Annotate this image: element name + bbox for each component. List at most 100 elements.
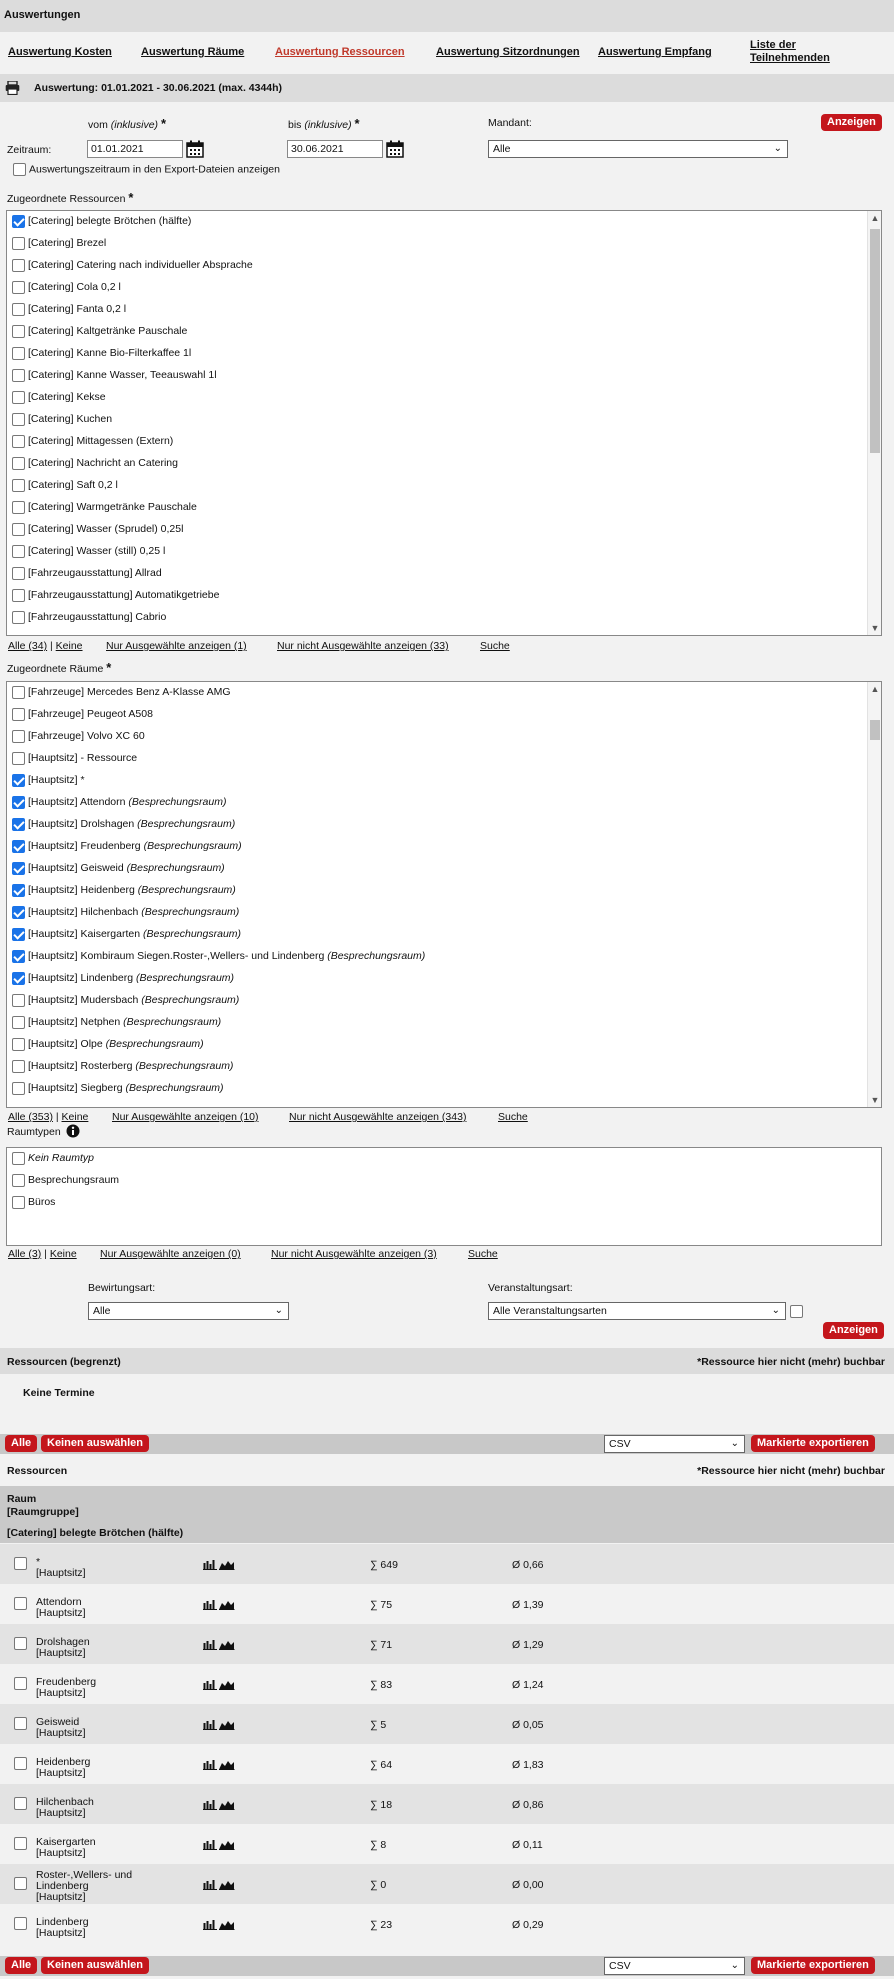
room-checkbox[interactable] bbox=[12, 795, 25, 809]
calendar-icon[interactable] bbox=[386, 140, 404, 158]
select-none-button[interactable]: Keinen auswählen bbox=[41, 1435, 149, 1452]
resource-option[interactable]: [Catering] Catering nach individueller A… bbox=[12, 255, 253, 275]
tenant-select[interactable]: Alle ⌄ bbox=[488, 140, 788, 158]
room-option[interactable]: [Fahrzeuge] Mercedes Benz A-Klasse AMG bbox=[12, 682, 231, 702]
chart-icon[interactable] bbox=[202, 1919, 235, 1933]
export-period-checkbox[interactable] bbox=[13, 163, 26, 176]
export-period-option[interactable]: Auswertungszeitraum in den Export-Dateie… bbox=[13, 163, 280, 176]
resource-checkbox[interactable] bbox=[12, 324, 25, 338]
rooms-filter-all[interactable]: Alle (353) bbox=[8, 1111, 53, 1123]
scrollbar-thumb[interactable] bbox=[870, 229, 880, 453]
tab-reception[interactable]: Auswertung Empfang bbox=[598, 46, 712, 58]
chart-icon[interactable] bbox=[202, 1839, 235, 1853]
tab-rooms[interactable]: Auswertung Räume bbox=[141, 46, 244, 58]
row-checkbox[interactable] bbox=[14, 1677, 27, 1690]
room-option[interactable]: [Hauptsitz] Rosterberg (Besprechungsraum… bbox=[12, 1056, 233, 1076]
resource-option[interactable]: [Catering] Cola 0,2 l bbox=[12, 277, 121, 297]
row-checkbox[interactable] bbox=[14, 1837, 27, 1850]
resource-checkbox[interactable] bbox=[12, 236, 25, 250]
resource-option[interactable]: [Catering] Nachricht an Catering bbox=[12, 453, 178, 473]
resource-option[interactable]: [Catering] Saft 0,2 l bbox=[12, 475, 118, 495]
info-icon[interactable] bbox=[66, 1124, 80, 1138]
resource-option[interactable]: [Fahrzeugausstattung] Automatikgetriebe bbox=[12, 585, 219, 605]
room-checkbox[interactable] bbox=[12, 993, 25, 1007]
resource-option[interactable]: [Catering] Brezel bbox=[12, 233, 106, 253]
chart-icon[interactable] bbox=[202, 1799, 235, 1813]
roomtype-checkbox[interactable] bbox=[12, 1195, 25, 1209]
resource-checkbox[interactable] bbox=[12, 434, 25, 448]
rooms-filter-unselected[interactable]: Nur nicht Ausgewählte anzeigen (343) bbox=[289, 1111, 466, 1123]
row-checkbox[interactable] bbox=[14, 1917, 27, 1930]
resource-option[interactable]: [Fahrzeugausstattung] Allrad bbox=[12, 563, 162, 583]
room-option[interactable]: [Hauptsitz] Kaisergarten (Besprechungsra… bbox=[12, 924, 241, 944]
row-checkbox[interactable] bbox=[14, 1597, 27, 1610]
row-checkbox[interactable] bbox=[14, 1557, 27, 1570]
roomtype-checkbox[interactable] bbox=[12, 1151, 25, 1165]
roomtypes-listbox[interactable]: Kein Raumtyp Besprechungsraum Büros bbox=[6, 1147, 882, 1246]
resource-checkbox[interactable] bbox=[12, 500, 25, 514]
resource-checkbox[interactable] bbox=[12, 610, 25, 624]
resource-checkbox[interactable] bbox=[12, 390, 25, 404]
room-checkbox[interactable] bbox=[12, 729, 25, 743]
room-option[interactable]: [Hauptsitz] Hilchenbach (Besprechungsrau… bbox=[12, 902, 239, 922]
export-selected-button-bottom[interactable]: Markierte exportieren bbox=[751, 1957, 875, 1974]
room-checkbox[interactable] bbox=[12, 1015, 25, 1029]
eventtype-checkbox[interactable] bbox=[790, 1305, 803, 1318]
resource-option[interactable]: [Catering] Kanne Bio-Filterkaffee 1l bbox=[12, 343, 191, 363]
room-checkbox[interactable] bbox=[12, 707, 25, 721]
room-option[interactable]: [Hauptsitz] Lindenberg (Besprechungsraum… bbox=[12, 968, 234, 988]
resource-option[interactable]: [Catering] Wasser (still) 0,25 l bbox=[12, 541, 165, 561]
resource-checkbox[interactable] bbox=[12, 302, 25, 316]
row-checkbox[interactable] bbox=[14, 1757, 27, 1770]
resource-checkbox[interactable] bbox=[12, 368, 25, 382]
chart-icon[interactable] bbox=[202, 1879, 235, 1893]
eventtype-select[interactable]: Alle Veranstaltungsarten ⌄ bbox=[488, 1302, 786, 1320]
room-option[interactable]: [Hauptsitz] Freudenberg (Besprechungsrau… bbox=[12, 836, 242, 856]
rooms-filter-selected[interactable]: Nur Ausgewählte anzeigen (10) bbox=[112, 1111, 259, 1123]
rooms-listbox[interactable]: [Fahrzeuge] Mercedes Benz A-Klasse AMG [F… bbox=[6, 681, 882, 1108]
rooms-filter-none[interactable]: Keine bbox=[62, 1111, 89, 1123]
row-checkbox[interactable] bbox=[14, 1717, 27, 1730]
room-checkbox[interactable] bbox=[12, 839, 25, 853]
resource-option[interactable]: [Catering] Kanne Wasser, Teeauswahl 1l bbox=[12, 365, 217, 385]
resources-filter-none[interactable]: Keine bbox=[56, 640, 83, 652]
resource-checkbox[interactable] bbox=[12, 280, 25, 294]
print-icon[interactable] bbox=[5, 81, 20, 95]
roomtypes-filter-none[interactable]: Keine bbox=[50, 1248, 77, 1260]
room-checkbox[interactable] bbox=[12, 883, 25, 897]
scroll-down-icon[interactable]: ▼ bbox=[868, 623, 881, 633]
roomtypes-filter-selected[interactable]: Nur Ausgewählte anzeigen (0) bbox=[100, 1248, 241, 1260]
scrollbar-thumb[interactable] bbox=[870, 720, 880, 740]
export-format-select[interactable]: CSV ⌄ bbox=[604, 1435, 745, 1453]
room-checkbox[interactable] bbox=[12, 773, 25, 787]
room-option[interactable]: [Hauptsitz] Drolshagen (Besprechungsraum… bbox=[12, 814, 235, 834]
resource-checkbox[interactable] bbox=[12, 588, 25, 602]
tab-participants[interactable]: Liste der Teilnehmenden bbox=[750, 39, 830, 65]
resource-checkbox[interactable] bbox=[12, 566, 25, 580]
room-checkbox[interactable] bbox=[12, 905, 25, 919]
chart-icon[interactable] bbox=[202, 1559, 235, 1573]
chart-icon[interactable] bbox=[202, 1639, 235, 1653]
chart-icon[interactable] bbox=[202, 1719, 235, 1733]
room-option[interactable]: [Fahrzeuge] Volvo XC 60 bbox=[12, 726, 145, 746]
scroll-down-icon[interactable]: ▼ bbox=[868, 1095, 881, 1105]
export-selected-button[interactable]: Markierte exportieren bbox=[751, 1435, 875, 1452]
rooms-scrollbar[interactable]: ▲ ▼ bbox=[867, 682, 881, 1107]
roomtypes-filter-search[interactable]: Suche bbox=[468, 1248, 498, 1260]
tab-seating[interactable]: Auswertung Sitzordnungen bbox=[436, 46, 580, 58]
chart-icon[interactable] bbox=[202, 1759, 235, 1773]
resources-filter-unselected[interactable]: Nur nicht Ausgewählte anzeigen (33) bbox=[277, 640, 449, 652]
row-checkbox[interactable] bbox=[14, 1637, 27, 1650]
roomtypes-filter-all[interactable]: Alle (3) bbox=[8, 1248, 41, 1260]
room-option[interactable]: [Hauptsitz] Kombiraum Siegen.Roster-,Wel… bbox=[12, 946, 425, 966]
catering-select[interactable]: Alle ⌄ bbox=[88, 1302, 289, 1320]
room-checkbox[interactable] bbox=[12, 949, 25, 963]
resource-option[interactable]: [Catering] Kekse bbox=[12, 387, 106, 407]
room-checkbox[interactable] bbox=[12, 751, 25, 765]
room-option[interactable]: [Hauptsitz] Siegberg (Besprechungsraum) bbox=[12, 1078, 224, 1098]
room-checkbox[interactable] bbox=[12, 1059, 25, 1073]
resource-checkbox[interactable] bbox=[12, 258, 25, 272]
room-option[interactable]: [Fahrzeuge] Peugeot A508 bbox=[12, 704, 153, 724]
scroll-up-icon[interactable]: ▲ bbox=[868, 684, 881, 694]
roomtypes-filter-unselected[interactable]: Nur nicht Ausgewählte anzeigen (3) bbox=[271, 1248, 437, 1260]
